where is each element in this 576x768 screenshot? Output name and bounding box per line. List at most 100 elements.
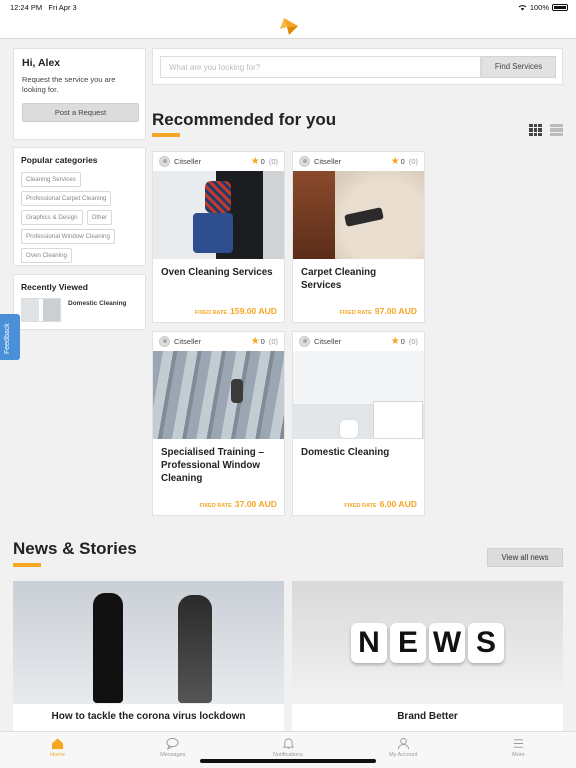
tab-more[interactable]: More [461,732,576,768]
rating-count: (0) [408,337,418,346]
category-tag[interactable]: Oven Cleaning [21,248,72,263]
news-dice: W [429,622,465,663]
service-image [293,351,424,439]
tab-home[interactable]: Home [0,732,115,768]
news-title: News & Stories [13,539,137,558]
tab-label: More [512,752,525,758]
recommended-title: Recommended for you [152,110,337,129]
categories-title: Popular categories [21,155,98,165]
seller-name: Citseller [314,157,342,166]
grid-view-icon[interactable] [529,124,542,136]
seller-avatar [159,336,170,347]
star-icon: ★ [390,336,400,347]
title-underline [152,133,180,137]
recently-viewed-thumbnail [21,298,61,322]
seller-name: Citseller [174,337,202,346]
news-image [13,581,284,704]
feedback-tab[interactable]: Feedback [0,314,20,360]
service-image [293,171,424,259]
rating-count: (0) [268,337,278,346]
rating-value: 0 [260,337,265,346]
news-dice: S [468,622,504,663]
service-card[interactable]: Citseller ★ 0 (0) Carpet Cleaning Servic… [292,151,425,323]
rating-count: (0) [268,157,278,166]
service-title: Domestic Cleaning [301,447,390,458]
wifi-icon [518,5,527,11]
seller-avatar [159,156,170,167]
tab-label: Notifications [273,752,303,758]
welcome-text: Request the service you are looking for. [22,75,116,94]
rating-count: (0) [408,157,418,166]
seller-name: Citseller [314,337,342,346]
category-tag[interactable]: Professional Carpet Cleaning [21,191,112,206]
tab-label: Home [50,752,65,758]
tab-label: Messages [160,752,186,758]
list-view-icon[interactable] [550,124,563,136]
chat-icon [166,737,179,750]
seller-name: Citseller [174,157,202,166]
bell-icon [282,738,294,749]
service-card-header: Citseller ★ 0 (0) [153,332,284,351]
status-time: 12:24 PM Fri Apr 3 [10,3,77,12]
feedback-label: Feedback [4,323,11,354]
service-card[interactable]: Citseller ★ 0 (0) Domestic Cleaning FIXE… [292,331,425,516]
tab-label: My Account [388,752,418,758]
rating-value: 0 [260,157,265,166]
service-price: FIXED RATE 159.00 AUD [194,306,277,316]
news-headline: How to tackle the corona virus lockdown [51,711,246,722]
service-title: Oven Cleaning Services [161,267,273,278]
star-icon: ★ [250,156,260,167]
category-tag[interactable]: Cleaning Services [21,172,81,187]
rating-value: 0 [400,157,405,166]
service-card[interactable]: Citseller ★ 0 (0) Specialised Training –… [152,331,285,516]
menu-icon [513,739,524,748]
welcome-title: Hi, Alex [22,57,61,69]
title-underline [13,563,41,567]
category-tag[interactable]: Graphics & Design [21,210,83,225]
service-card-header: Citseller ★ 0 (0) [153,152,284,171]
news-card[interactable]: How to tackle the corona virus lockdown [13,581,284,731]
post-request-button[interactable]: Post a Request [22,103,139,122]
service-card-header: Citseller ★ 0 (0) [293,152,424,171]
user-icon [397,737,409,750]
battery-icon [552,4,568,11]
news-card[interactable]: N E W S Brand Better [292,581,563,731]
app-logo-icon[interactable] [279,16,299,36]
category-tag[interactable]: Other [86,210,113,225]
service-title: Specialised Training – Professional Wind… [161,447,264,484]
news-dice: N [351,622,387,663]
star-icon: ★ [390,156,400,167]
battery-percent: 100% [529,3,549,12]
find-services-button[interactable]: Find Services [481,56,556,78]
news-dice: E [390,622,426,663]
recently-viewed-item[interactable]: Domestic Cleaning [21,298,138,322]
service-card-header: Citseller ★ 0 (0) [293,332,424,351]
news-image: N E W S [292,581,563,704]
service-title: Carpet Cleaning Services [301,267,377,291]
recently-viewed-card: Recently Viewed Domestic Cleaning [13,274,146,330]
search-input[interactable] [160,56,481,78]
popular-categories-card: Popular categories Cleaning Services Pro… [13,147,146,266]
status-bar: 12:24 PM Fri Apr 3 100% [0,0,576,14]
service-image [153,351,284,439]
service-price: FIXED RATE 6.00 AUD [344,499,417,509]
view-all-news-button[interactable]: View all news [487,548,563,567]
app-header [0,14,576,39]
home-icon [52,738,64,750]
service-price: FIXED RATE 97.00 AUD [339,306,418,316]
service-image [153,171,284,259]
recently-viewed-title: Recently Viewed [21,282,88,292]
welcome-card: Hi, Alex Request the service you are loo… [13,48,146,140]
star-icon: ★ [250,336,260,347]
seller-avatar [299,336,310,347]
recently-viewed-label: Domestic Cleaning [68,300,127,307]
category-tags: Cleaning Services Professional Carpet Cl… [21,172,138,263]
category-tag[interactable]: Professional Window Cleaning [21,229,115,244]
status-right: 100% [518,3,568,12]
service-price: FIXED RATE 37.00 AUD [199,499,278,509]
home-indicator [200,759,376,763]
seller-avatar [299,156,310,167]
search-bar: Find Services [152,48,563,85]
rating-value: 0 [400,337,405,346]
service-card[interactable]: Citseller ★ 0 (0) Oven Cleaning Services… [152,151,285,323]
